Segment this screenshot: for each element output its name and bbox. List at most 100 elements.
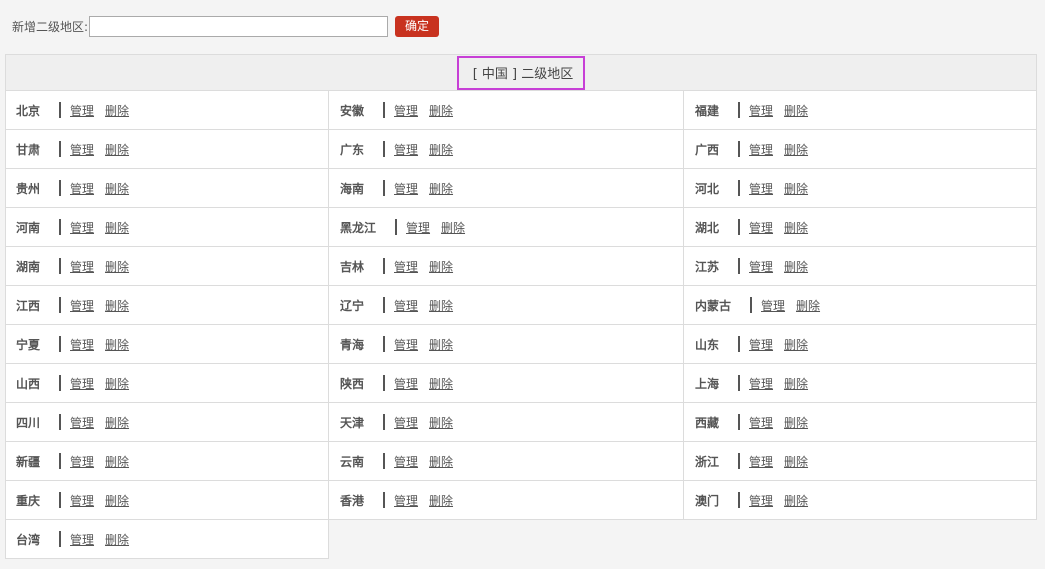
delete-link[interactable]: 删除 <box>429 141 453 158</box>
delete-link[interactable]: 删除 <box>105 414 129 431</box>
region-cell: 台湾 管理 删除 <box>6 520 328 558</box>
manage-link[interactable]: 管理 <box>749 258 773 275</box>
delete-link[interactable]: 删除 <box>784 102 808 119</box>
manage-link[interactable]: 管理 <box>394 297 418 314</box>
region-name: 广东 <box>340 142 365 157</box>
delete-link[interactable]: 删除 <box>796 297 820 314</box>
delete-link[interactable]: 删除 <box>105 531 129 548</box>
manage-link[interactable]: 管理 <box>70 531 94 548</box>
delete-link[interactable]: 删除 <box>784 375 808 392</box>
manage-link[interactable]: 管理 <box>394 492 418 509</box>
page: 新增二级地区: 确定 [ 中国 ] 二级地区 北京 管理 删除 安徽 管理 删除 福建 管理删… <box>0 0 1045 569</box>
separator <box>383 258 385 274</box>
delete-link[interactable]: 删除 <box>105 180 129 197</box>
table-title: [ 中国 ] 二级地区 <box>456 55 586 90</box>
manage-link[interactable]: 管理 <box>70 375 94 392</box>
manage-link[interactable]: 管理 <box>70 102 94 119</box>
manage-link[interactable]: 管理 <box>406 219 430 236</box>
manage-link[interactable]: 管理 <box>70 336 94 353</box>
manage-link[interactable]: 管理 <box>70 492 94 509</box>
manage-link[interactable]: 管理 <box>394 453 418 470</box>
delete-link[interactable]: 删除 <box>429 375 453 392</box>
manage-link[interactable]: 管理 <box>394 414 418 431</box>
delete-link[interactable]: 删除 <box>105 492 129 509</box>
delete-link[interactable]: 删除 <box>784 336 808 353</box>
separator <box>59 336 61 352</box>
delete-link[interactable]: 删除 <box>105 297 129 314</box>
separator <box>383 414 385 430</box>
delete-link[interactable]: 删除 <box>429 180 453 197</box>
delete-link[interactable]: 删除 <box>784 180 808 197</box>
manage-link[interactable]: 管理 <box>394 102 418 119</box>
manage-link[interactable]: 管理 <box>749 219 773 236</box>
manage-link[interactable]: 管理 <box>749 492 773 509</box>
delete-link[interactable]: 删除 <box>105 375 129 392</box>
manage-link[interactable]: 管理 <box>70 219 94 236</box>
region-name: 澳门 <box>695 493 720 508</box>
delete-link[interactable]: 删除 <box>105 102 129 119</box>
manage-link[interactable]: 管理 <box>394 258 418 275</box>
region-cell: 广西 管理 删除 <box>684 130 1036 168</box>
separator <box>59 375 61 391</box>
delete-link[interactable]: 删除 <box>105 219 129 236</box>
table-header: [ 中国 ] 二级地区 <box>5 54 1037 91</box>
table-row: 宁夏 管理 删除 青海 管理 删除 山东 管理 删除 <box>5 325 1037 364</box>
confirm-button[interactable]: 确定 <box>395 15 440 37</box>
manage-link[interactable]: 管理 <box>70 180 94 197</box>
separator <box>59 219 61 235</box>
manage-link[interactable]: 管理 <box>749 453 773 470</box>
manage-link[interactable]: 管理 <box>749 336 773 353</box>
delete-link[interactable]: 删除 <box>441 219 465 236</box>
delete-link[interactable]: 删除 <box>429 453 453 470</box>
region-name: 四川 <box>16 415 41 430</box>
region-name: 台湾 <box>16 532 41 547</box>
manage-link[interactable]: 管理 <box>749 414 773 431</box>
manage-link[interactable]: 管理 <box>394 180 418 197</box>
manage-link[interactable]: 管理 <box>749 375 773 392</box>
delete-link[interactable]: 删除 <box>105 336 129 353</box>
region-name: 广西 <box>695 142 720 157</box>
separator <box>738 414 740 430</box>
delete-link[interactable]: 删除 <box>784 141 808 158</box>
manage-link[interactable]: 管理 <box>70 453 94 470</box>
delete-link[interactable]: 删除 <box>784 414 808 431</box>
manage-link[interactable]: 管理 <box>749 102 773 119</box>
delete-link[interactable]: 删除 <box>784 219 808 236</box>
manage-link[interactable]: 管理 <box>70 258 94 275</box>
delete-link[interactable]: 删除 <box>784 492 808 509</box>
separator <box>59 258 61 274</box>
separator <box>738 453 740 469</box>
delete-link[interactable]: 删除 <box>105 453 129 470</box>
manage-link[interactable]: 管理 <box>761 297 785 314</box>
delete-link[interactable]: 删除 <box>429 414 453 431</box>
delete-link[interactable]: 删除 <box>784 453 808 470</box>
manage-link[interactable]: 管理 <box>749 141 773 158</box>
manage-link[interactable]: 管理 <box>394 336 418 353</box>
manage-link[interactable]: 管理 <box>70 414 94 431</box>
region-name: 安徽 <box>340 103 365 118</box>
region-cell: 新疆 管理 删除 <box>6 442 329 480</box>
manage-link[interactable]: 管理 <box>394 141 418 158</box>
separator <box>383 180 385 196</box>
separator <box>59 414 61 430</box>
delete-link[interactable]: 删除 <box>429 102 453 119</box>
delete-link[interactable]: 删除 <box>105 258 129 275</box>
add-region-input[interactable] <box>89 15 389 37</box>
region-cell: 山东 管理 删除 <box>684 325 1036 363</box>
table-row: 重庆 管理 删除 香港 管理 删除 澳门 管理 删除 <box>5 481 1037 520</box>
region-cell: 山西 管理 删除 <box>6 364 329 402</box>
region-name: 福建 <box>695 103 720 118</box>
manage-link[interactable]: 管理 <box>70 141 94 158</box>
delete-link[interactable]: 删除 <box>429 492 453 509</box>
manage-link[interactable]: 管理 <box>749 180 773 197</box>
region-name: 湖北 <box>695 220 720 235</box>
manage-link[interactable]: 管理 <box>394 375 418 392</box>
delete-link[interactable]: 删除 <box>429 258 453 275</box>
table-row: 四川 管理 删除 天津 管理 删除 西藏 管理 删除 <box>5 403 1037 442</box>
separator <box>738 258 740 274</box>
delete-link[interactable]: 删除 <box>429 336 453 353</box>
delete-link[interactable]: 删除 <box>105 141 129 158</box>
delete-link[interactable]: 删除 <box>429 297 453 314</box>
delete-link[interactable]: 删除 <box>784 258 808 275</box>
manage-link[interactable]: 管理 <box>70 297 94 314</box>
